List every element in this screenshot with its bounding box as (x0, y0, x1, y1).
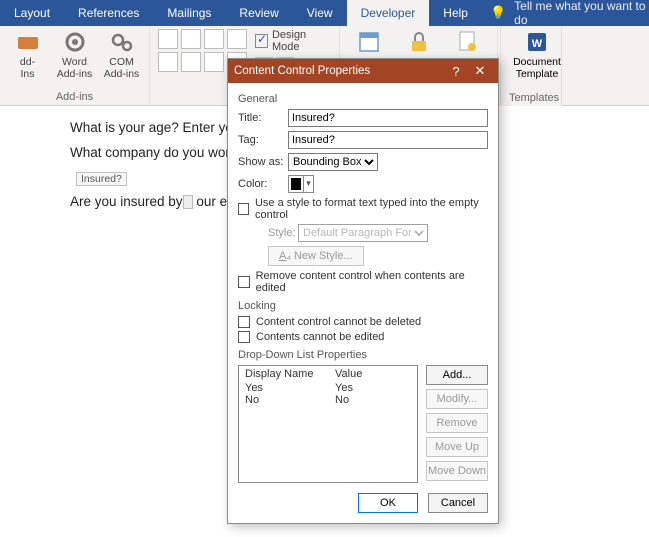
new-style-button: A₄ New Style... (268, 246, 364, 266)
gears-icon (109, 29, 135, 55)
moveup-button: Move Up (426, 437, 488, 457)
tag-input[interactable] (288, 131, 488, 149)
dialog-titlebar[interactable]: Content Control Properties ? ✕ (228, 59, 498, 83)
tab-help[interactable]: Help (429, 0, 482, 26)
tab-developer[interactable]: Developer (347, 0, 430, 26)
label-tag: Tag: (238, 134, 288, 146)
group-addins: dd- Ins Word Add-ins COM Add-ins Add-ins (0, 26, 150, 105)
color-swatch-icon (291, 178, 301, 190)
close-button[interactable]: ✕ (468, 63, 492, 79)
label-color: Color: (238, 178, 288, 190)
remove-button: Remove (426, 413, 488, 433)
design-mode-toggle[interactable]: Design Mode (255, 29, 331, 53)
help-button[interactable]: ? (444, 64, 468, 79)
chevron-down-icon: ▾ (303, 176, 313, 192)
com-addins-button[interactable]: COM Add-ins (102, 29, 141, 80)
section-ddl: Drop-Down List Properties (238, 349, 488, 361)
pane-icon (356, 29, 382, 55)
section-locking: Locking (238, 300, 488, 312)
dropdown-icon[interactable] (183, 195, 193, 209)
remove-cc-label: Remove content control when contents are… (256, 270, 488, 294)
lock-delete-checkbox[interactable] (238, 316, 250, 328)
remove-cc-checkbox[interactable] (238, 276, 250, 288)
lightbulb-icon: 💡 (490, 5, 506, 21)
addins-button[interactable]: dd- Ins (8, 29, 47, 80)
label-title: Title: (238, 112, 288, 124)
document-lock-icon (455, 29, 481, 55)
title-input[interactable] (288, 109, 488, 127)
gear-icon (62, 29, 88, 55)
ribbon-tabs: Layout References Mailings Review View D… (0, 0, 649, 26)
tab-layout[interactable]: Layout (0, 0, 64, 26)
word-template-icon: W (524, 29, 550, 55)
color-picker[interactable]: ▾ (288, 175, 314, 193)
style-select: Default Paragraph Font (298, 224, 428, 242)
word-addins-button[interactable]: Word Add-ins (55, 29, 94, 80)
group-label-addins: Add-ins (8, 91, 141, 103)
col-value: Value (335, 368, 362, 380)
cancel-button[interactable]: Cancel (428, 493, 488, 513)
lock-edit-checkbox[interactable] (238, 331, 250, 343)
content-control-tag[interactable]: Insured? (76, 172, 127, 186)
lock-icon (406, 29, 432, 55)
label-showas: Show as: (238, 156, 288, 168)
restrict-editing-button[interactable] (447, 29, 489, 57)
use-style-label: Use a style to format text typed into th… (255, 197, 488, 221)
modify-button: Modify... (426, 389, 488, 409)
dialog-title: Content Control Properties (234, 65, 444, 77)
table-row[interactable]: NoNo (239, 394, 417, 406)
group-templates-outer: W Document Template Templates (500, 26, 562, 106)
checkmark-icon (255, 34, 268, 48)
dropdown-list-table[interactable]: Display Name Value YesYes NoNo (238, 365, 418, 483)
block-authors-button[interactable] (398, 29, 440, 57)
col-display: Display Name (245, 368, 335, 380)
tell-me-input[interactable]: Tell me what you want to do (514, 0, 649, 27)
group-label-templates: Templates (509, 92, 553, 104)
showas-select[interactable]: Bounding Box (288, 153, 378, 171)
use-style-checkbox[interactable] (238, 203, 249, 215)
movedown-button: Move Down (426, 461, 488, 481)
tab-view[interactable]: View (293, 0, 347, 26)
svg-text:W: W (532, 38, 543, 50)
label-style: Style: (268, 227, 298, 239)
tab-mailings[interactable]: Mailings (153, 0, 225, 26)
tab-review[interactable]: Review (225, 0, 292, 26)
group-templates: W Document Template Templates (500, 26, 562, 106)
section-general: General (238, 93, 488, 105)
lock-delete-label: Content control cannot be deleted (256, 316, 421, 328)
ok-button[interactable]: OK (358, 493, 418, 513)
lock-edit-label: Contents cannot be edited (256, 331, 384, 343)
content-control-properties-dialog: Content Control Properties ? ✕ General T… (227, 58, 499, 524)
document-template-button[interactable]: W Document Template (509, 29, 565, 80)
tab-references[interactable]: References (64, 0, 153, 26)
brick-icon (15, 29, 41, 55)
xml-mapping-button[interactable] (348, 29, 390, 57)
add-button[interactable]: Add... (426, 365, 488, 385)
table-row[interactable]: YesYes (239, 382, 417, 394)
